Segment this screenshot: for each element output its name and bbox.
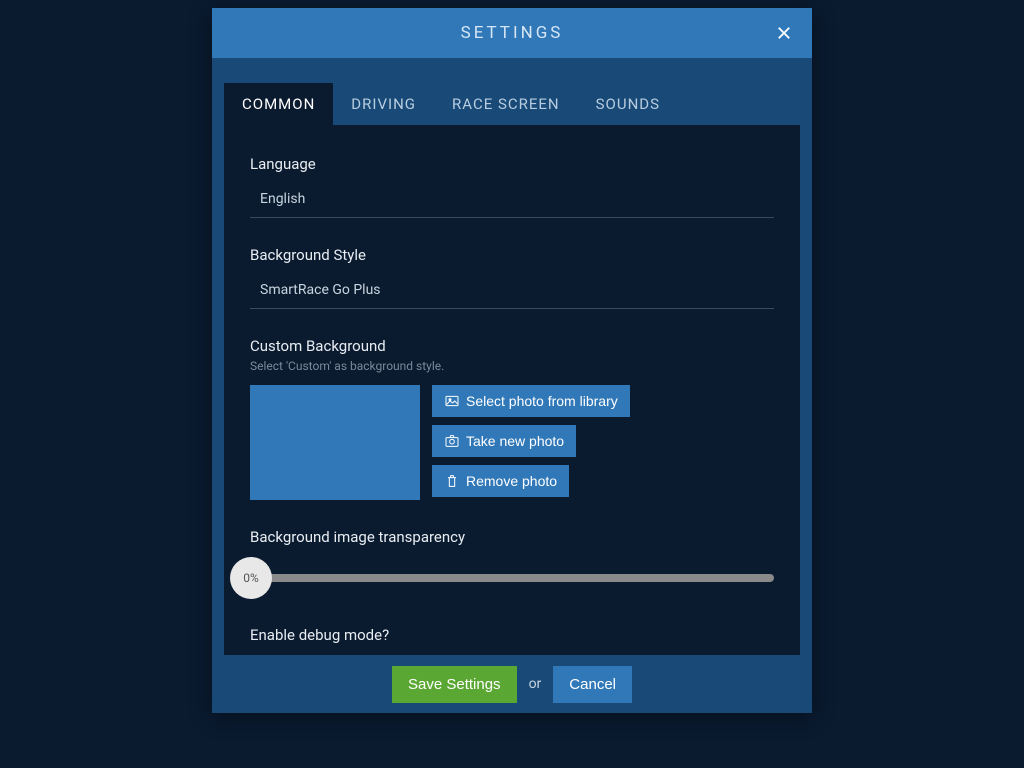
camera-icon: [444, 433, 460, 449]
custom-background-hint: Select 'Custom' as background style.: [250, 359, 774, 373]
setting-background-style: Background Style SmartRace Go Plus: [250, 246, 774, 309]
custom-background-row: Select photo from library Take new photo…: [250, 385, 774, 500]
trash-icon: [444, 473, 460, 489]
photo-buttons: Select photo from library Take new photo…: [432, 385, 630, 497]
slider-knob[interactable]: 0%: [230, 557, 272, 599]
transparency-label: Background image transparency: [250, 528, 774, 546]
modal-footer: Save Settings or Cancel: [212, 655, 812, 713]
modal-title: SETTINGS: [461, 23, 564, 43]
background-preview: [250, 385, 420, 500]
setting-custom-background: Custom Background Select 'Custom' as bac…: [250, 337, 774, 500]
language-select[interactable]: English: [250, 183, 774, 218]
setting-debug: Enable debug mode? No: [250, 626, 774, 655]
save-button[interactable]: Save Settings: [392, 666, 517, 703]
setting-language: Language English: [250, 155, 774, 218]
background-style-label: Background Style: [250, 246, 774, 264]
debug-label: Enable debug mode?: [250, 626, 774, 644]
settings-modal: SETTINGS COMMON DRIVING RACE SCREEN SOUN…: [212, 8, 812, 713]
tab-sounds[interactable]: SOUNDS: [578, 83, 678, 125]
background-style-select[interactable]: SmartRace Go Plus: [250, 274, 774, 309]
remove-photo-label: Remove photo: [466, 473, 557, 489]
transparency-slider[interactable]: 0%: [230, 558, 774, 598]
close-button[interactable]: [772, 21, 796, 45]
image-icon: [444, 393, 460, 409]
cancel-button[interactable]: Cancel: [553, 666, 632, 703]
modal-header: SETTINGS: [212, 8, 812, 58]
or-text: or: [529, 676, 542, 692]
tab-bar: COMMON DRIVING RACE SCREEN SOUNDS: [212, 58, 812, 125]
tab-common[interactable]: COMMON: [224, 83, 333, 125]
remove-photo-button[interactable]: Remove photo: [432, 465, 569, 497]
take-photo-label: Take new photo: [466, 433, 564, 449]
select-photo-button[interactable]: Select photo from library: [432, 385, 630, 417]
tab-race-screen[interactable]: RACE SCREEN: [434, 83, 578, 125]
language-label: Language: [250, 155, 774, 173]
settings-content: Language English Background Style SmartR…: [224, 125, 800, 655]
custom-background-label: Custom Background: [250, 337, 774, 355]
tab-driving[interactable]: DRIVING: [333, 83, 434, 125]
select-photo-label: Select photo from library: [466, 393, 618, 409]
slider-track: [260, 574, 774, 582]
take-photo-button[interactable]: Take new photo: [432, 425, 576, 457]
setting-transparency: Background image transparency 0%: [250, 528, 774, 598]
close-icon: [775, 24, 793, 42]
